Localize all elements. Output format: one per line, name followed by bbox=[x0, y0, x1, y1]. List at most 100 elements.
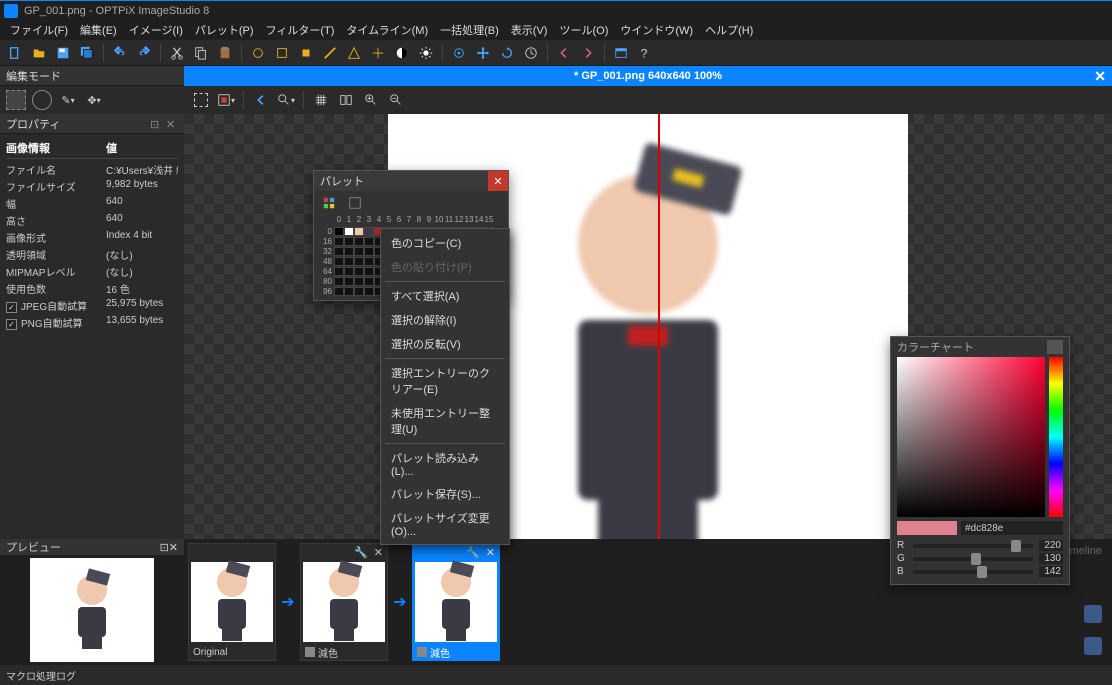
ctx-save-palette[interactable]: パレット保存(S)... bbox=[381, 482, 509, 506]
palette-cell[interactable] bbox=[334, 247, 344, 256]
palette-cell[interactable] bbox=[354, 247, 364, 256]
wrench-icon[interactable]: 🔧 bbox=[466, 546, 480, 559]
ctx-clear-entries[interactable]: 選択エントリーのクリアー(E) bbox=[381, 361, 509, 401]
palette-cell[interactable] bbox=[364, 257, 374, 266]
move-button[interactable] bbox=[472, 42, 494, 64]
save-button[interactable] bbox=[52, 42, 74, 64]
effect2-button[interactable] bbox=[271, 42, 293, 64]
menu-file[interactable]: ファイル(F) bbox=[4, 20, 74, 40]
document-close-icon[interactable]: ✕ bbox=[1094, 68, 1106, 85]
palette-cell[interactable] bbox=[364, 247, 374, 256]
color-hue-slider[interactable] bbox=[1049, 357, 1063, 517]
crosshair-tool[interactable]: ✥▾ bbox=[84, 90, 104, 110]
b-slider[interactable]: B 142 bbox=[891, 565, 1069, 578]
ctx-deselect[interactable]: 選択の解除(I) bbox=[381, 308, 509, 332]
prev-button[interactable] bbox=[553, 42, 575, 64]
frame-gensyoku-2[interactable]: 🔧✕ 減色 bbox=[412, 543, 500, 661]
palette-cell[interactable] bbox=[344, 277, 354, 286]
palette-cell[interactable] bbox=[354, 277, 364, 286]
select-tool[interactable] bbox=[6, 90, 26, 110]
menu-edit[interactable]: 編集(E) bbox=[74, 20, 123, 40]
color-chart-title[interactable]: カラーチャート bbox=[891, 337, 1069, 357]
menu-image[interactable]: イメージ(I) bbox=[123, 20, 189, 40]
dock-icon-1[interactable] bbox=[1084, 605, 1102, 623]
menu-tool[interactable]: ツール(O) bbox=[553, 20, 614, 40]
effect5-button[interactable] bbox=[343, 42, 365, 64]
zoomout-icon[interactable] bbox=[385, 89, 407, 111]
redo-button[interactable] bbox=[133, 42, 155, 64]
ctx-invert-sel[interactable]: 選択の反転(V) bbox=[381, 332, 509, 356]
color-chart-window[interactable]: カラーチャート #dc828e R 220 G 130 B 142 bbox=[890, 336, 1070, 585]
ctx-resize-palette[interactable]: パレットサイズ変更(O)... bbox=[381, 506, 509, 542]
palette-cell[interactable] bbox=[344, 267, 354, 276]
frame-close-icon[interactable]: ✕ bbox=[486, 546, 495, 559]
marquee-icon[interactable] bbox=[190, 89, 212, 111]
compare-icon[interactable] bbox=[335, 89, 357, 111]
ctx-select-all[interactable]: すべて選択(A) bbox=[381, 284, 509, 308]
palette-cell[interactable] bbox=[364, 287, 374, 296]
menu-help[interactable]: ヘルプ(H) bbox=[699, 20, 759, 40]
color-hex-input[interactable]: #dc828e bbox=[961, 521, 1063, 535]
palette-cell[interactable] bbox=[364, 227, 374, 236]
palette-tool2[interactable] bbox=[344, 192, 366, 214]
zoom-region-icon[interactable]: ▾ bbox=[275, 89, 297, 111]
wrench-icon[interactable]: 🔧 bbox=[354, 546, 368, 559]
effect6-button[interactable] bbox=[367, 42, 389, 64]
frame-original[interactable]: Original bbox=[188, 543, 276, 661]
palette-cell[interactable] bbox=[364, 277, 374, 286]
paste-button[interactable] bbox=[214, 42, 236, 64]
dock-icon-2[interactable] bbox=[1084, 637, 1102, 655]
menu-view[interactable]: 表示(V) bbox=[505, 20, 554, 40]
palette-cell[interactable] bbox=[364, 267, 374, 276]
palette-cell[interactable] bbox=[354, 267, 364, 276]
palette-cell[interactable] bbox=[334, 237, 344, 246]
next-button[interactable] bbox=[577, 42, 599, 64]
history-button[interactable] bbox=[520, 42, 542, 64]
cut-button[interactable] bbox=[166, 42, 188, 64]
help-button[interactable]: ? bbox=[634, 42, 656, 64]
palette-cell[interactable] bbox=[334, 287, 344, 296]
color-chart-close-icon[interactable] bbox=[1047, 340, 1063, 354]
menu-filter[interactable]: フィルター(T) bbox=[260, 20, 341, 40]
menu-palette[interactable]: パレット(P) bbox=[189, 20, 260, 40]
palette-cell[interactable] bbox=[334, 257, 344, 266]
compare-divider[interactable] bbox=[658, 114, 660, 539]
palette-cell[interactable] bbox=[344, 247, 354, 256]
ctx-copy-color[interactable]: 色のコピー(C) bbox=[381, 231, 509, 255]
menu-timeline[interactable]: タイムライン(M) bbox=[340, 20, 434, 40]
ctx-load-palette[interactable]: パレット読み込み(L)... bbox=[381, 446, 509, 482]
palette-titlebar[interactable]: パレット ✕ bbox=[314, 171, 508, 191]
contrast-button[interactable] bbox=[391, 42, 413, 64]
palette-cell[interactable] bbox=[334, 227, 344, 236]
effect1-button[interactable] bbox=[247, 42, 269, 64]
palette-cell[interactable] bbox=[344, 227, 354, 236]
frame-close-icon[interactable]: ✕ bbox=[374, 546, 383, 559]
g-slider[interactable]: G 130 bbox=[891, 552, 1069, 565]
document-tab[interactable]: * GP_001.png 640x640 100% ✕ bbox=[184, 66, 1112, 86]
palette-cell[interactable] bbox=[354, 287, 364, 296]
palette-cell[interactable] bbox=[354, 257, 364, 266]
back-icon[interactable] bbox=[250, 89, 272, 111]
grid-icon[interactable] bbox=[310, 89, 332, 111]
palette-cell[interactable] bbox=[334, 277, 344, 286]
lasso-tool[interactable] bbox=[32, 90, 52, 110]
palette-tool1[interactable] bbox=[318, 192, 340, 214]
pin-icon[interactable]: ⊡ bbox=[150, 118, 162, 130]
palette-cell[interactable] bbox=[344, 257, 354, 266]
open-button[interactable] bbox=[28, 42, 50, 64]
ctx-unused-entries[interactable]: 未使用エントリー整理(U) bbox=[381, 401, 509, 441]
fit-icon[interactable]: ▾ bbox=[215, 89, 237, 111]
palette-cell[interactable] bbox=[354, 227, 364, 236]
pin-icon[interactable]: ⊡ bbox=[160, 541, 169, 554]
undo-button[interactable] bbox=[109, 42, 131, 64]
saveall-button[interactable] bbox=[76, 42, 98, 64]
close-panel-icon[interactable]: ✕ bbox=[166, 118, 178, 130]
target-button[interactable] bbox=[448, 42, 470, 64]
effect3-button[interactable] bbox=[295, 42, 317, 64]
rotate-button[interactable] bbox=[496, 42, 518, 64]
close-icon[interactable]: ✕ bbox=[169, 541, 178, 554]
palette-cell[interactable] bbox=[354, 237, 364, 246]
palette-cell[interactable] bbox=[344, 287, 354, 296]
palette-cell[interactable] bbox=[344, 237, 354, 246]
menu-batch[interactable]: 一括処理(B) bbox=[434, 20, 505, 40]
